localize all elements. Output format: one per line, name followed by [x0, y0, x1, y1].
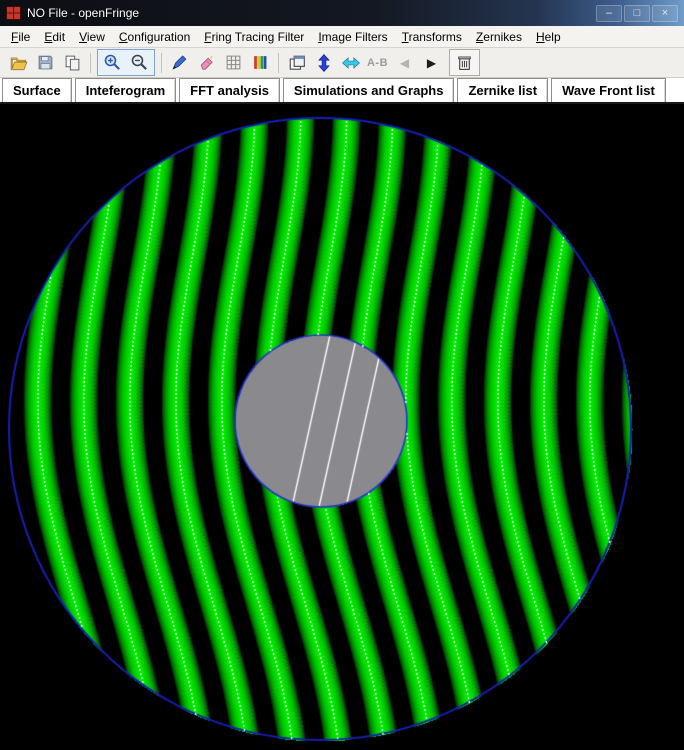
color-bars-icon	[254, 56, 267, 69]
cascade-windows-icon	[289, 55, 305, 70]
copy-button[interactable]	[59, 50, 86, 75]
ab-compare-label: A-B	[366, 56, 389, 69]
color-scale-button[interactable]	[247, 50, 274, 75]
zoom-out-button[interactable]	[126, 50, 153, 75]
trace-pen-button[interactable]	[166, 50, 193, 75]
prev-arrow-icon: ◀	[399, 55, 410, 70]
tab-fft-analysis[interactable]: FFT analysis	[179, 78, 280, 102]
menu-configuration[interactable]: Configuration	[112, 28, 197, 46]
tab-bar: Surface Inteferogram FFT analysis Simula…	[0, 78, 684, 104]
ab-compare-button[interactable]: A-B	[364, 50, 391, 75]
zoom-tool-group	[97, 49, 155, 76]
folder-open-icon	[10, 57, 27, 70]
flip-horizontal-button[interactable]	[337, 50, 364, 75]
trash-icon	[458, 56, 471, 70]
tab-interferogram[interactable]: Inteferogram	[74, 78, 177, 102]
minimize-button[interactable]: –	[596, 4, 622, 22]
menu-help[interactable]: Help	[529, 28, 568, 46]
tile-windows-button[interactable]	[283, 50, 310, 75]
pen-icon	[172, 55, 187, 70]
menu-edit[interactable]: Edit	[37, 28, 72, 46]
eraser-icon	[200, 56, 213, 70]
delete-tool-group	[449, 49, 480, 76]
menu-image-filters[interactable]: Image Filters	[311, 28, 394, 46]
toolbar: A-B ◀ ▶	[0, 48, 684, 78]
prev-frame-button[interactable]: ◀	[391, 50, 418, 75]
horizontal-double-arrow-icon	[341, 56, 360, 69]
tab-zernike-list[interactable]: Zernike list	[457, 78, 549, 102]
title-bar: NO File - openFringe – □ ×	[0, 0, 684, 26]
vertical-double-arrow-icon	[317, 53, 330, 72]
grid-button[interactable]	[220, 50, 247, 75]
copy-icon	[65, 55, 80, 71]
toolbar-separator	[278, 52, 279, 73]
menu-bar: File Edit View Configuration Fring Traci…	[0, 26, 684, 48]
toolbar-separator	[90, 52, 91, 73]
toolbar-separator	[161, 52, 162, 73]
zoom-in-icon	[104, 54, 120, 70]
tab-simulations-and-graphs[interactable]: Simulations and Graphs	[282, 78, 455, 102]
floppy-disk-icon	[38, 55, 53, 70]
close-button[interactable]: ×	[652, 4, 678, 22]
next-frame-button[interactable]: ▶	[418, 50, 445, 75]
zoom-in-button[interactable]	[99, 50, 126, 75]
flip-vertical-button[interactable]	[310, 50, 337, 75]
tab-surface[interactable]: Surface	[2, 78, 72, 102]
delete-button[interactable]	[451, 50, 478, 75]
maximize-button[interactable]: □	[624, 4, 650, 22]
grid-icon	[226, 55, 241, 70]
menu-zernikes[interactable]: Zernikes	[469, 28, 529, 46]
open-button[interactable]	[5, 50, 32, 75]
main-view	[0, 104, 684, 750]
interferogram-canvas[interactable]	[0, 104, 684, 750]
window-title: NO File - openFringe	[27, 6, 140, 20]
menu-file[interactable]: File	[4, 28, 37, 46]
next-arrow-icon: ▶	[426, 55, 437, 70]
save-button[interactable]	[32, 50, 59, 75]
menu-view[interactable]: View	[72, 28, 112, 46]
menu-fringe-tracing-filter[interactable]: Fring Tracing Filter	[197, 28, 311, 46]
app-icon	[6, 6, 21, 20]
zoom-out-icon	[131, 54, 147, 70]
tab-wave-front-list[interactable]: Wave Front list	[551, 78, 666, 102]
eraser-button[interactable]	[193, 50, 220, 75]
menu-transforms[interactable]: Transforms	[395, 28, 469, 46]
window-controls: – □ ×	[596, 4, 678, 22]
